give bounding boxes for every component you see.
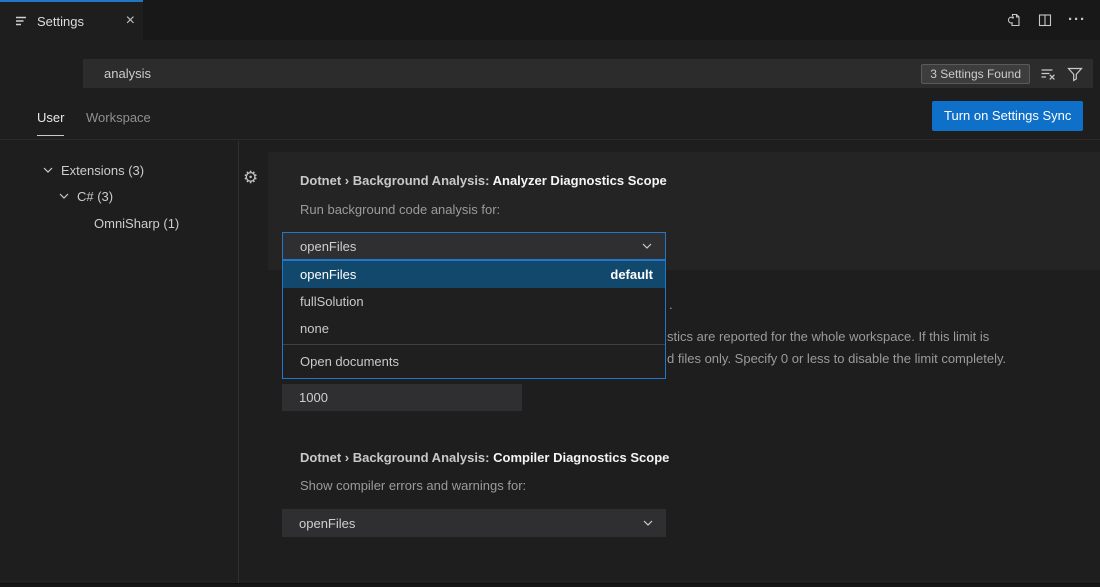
toc-item-csharp[interactable]: C# (3) (56, 187, 113, 205)
search-query-text: analysis (104, 66, 151, 81)
more-actions-icon[interactable]: ··· (1068, 12, 1086, 28)
settings-search-input[interactable]: analysis 3 Settings Found (83, 59, 1093, 88)
option-default-badge: default (610, 267, 653, 282)
dropdown-option-openfiles[interactable]: openFiles default (283, 261, 665, 288)
toc-item-omnisharp[interactable]: OmniSharp (1) (94, 214, 179, 232)
tab-workspace[interactable]: Workspace (86, 110, 151, 135)
toc-item-label: Extensions (3) (61, 163, 144, 178)
toc-settings-divider (238, 141, 239, 583)
limit-number-input[interactable]: 1000 (282, 384, 522, 411)
dropdown-option-fullsolution[interactable]: fullSolution (283, 288, 665, 315)
tab-user[interactable]: User (37, 110, 64, 136)
results-count-badge: 3 Settings Found (921, 64, 1030, 84)
settings-editor: Settings × ··· analysis 3 Settings F (0, 0, 1100, 587)
clear-search-results-icon[interactable] (1039, 65, 1057, 83)
compiler-scope-select[interactable]: openFiles (282, 509, 666, 537)
tab-title: Settings (37, 14, 84, 29)
chevron-down-icon (40, 162, 56, 178)
setting-description: Show compiler errors and warnings for: (300, 478, 526, 493)
setting-name: Compiler Diagnostics Scope (493, 450, 669, 465)
chevron-down-icon (56, 188, 72, 204)
chevron-down-icon (639, 238, 655, 254)
open-settings-json-icon[interactable] (1006, 12, 1022, 28)
split-editor-icon[interactable] (1037, 12, 1053, 28)
occluded-text-fragment: . (669, 297, 673, 312)
toc-item-label: OmniSharp (1) (94, 216, 179, 231)
editor-actions: ··· (1006, 0, 1086, 40)
setting-gear-icon[interactable]: ⚙ (243, 169, 258, 187)
dropdown-option-description: Open documents (283, 345, 665, 378)
turn-on-settings-sync-button[interactable]: Turn on Settings Sync (932, 101, 1083, 131)
close-icon[interactable]: × (126, 13, 135, 29)
toc-item-label: C# (3) (77, 189, 113, 204)
select-value: openFiles (299, 516, 355, 531)
setting-category: Dotnet › Background Analysis: (300, 173, 493, 188)
option-label: none (300, 321, 329, 336)
occluded-text-fragment: d files only. Specify 0 or less to disab… (667, 351, 1006, 366)
analyzer-scope-select[interactable]: openFiles (282, 232, 666, 260)
toc-item-extensions[interactable]: Extensions (3) (40, 161, 144, 179)
option-label: openFiles (300, 267, 356, 282)
select-value: openFiles (300, 239, 356, 254)
filter-icon[interactable] (1066, 65, 1084, 83)
setting-name: Analyzer Diagnostics Scope (493, 173, 667, 188)
settings-editor-icon (13, 13, 29, 29)
analyzer-scope-dropdown-list: openFiles default fullSolution none Open… (282, 260, 666, 379)
setting-category: Dotnet › Background Analysis: (300, 450, 493, 465)
chevron-down-icon (640, 515, 656, 531)
dropdown-option-none[interactable]: none (283, 315, 665, 342)
setting-title-analyzer-diagnostics-scope: Dotnet › Background Analysis: Analyzer D… (300, 173, 667, 188)
setting-title-compiler-diagnostics-scope: Dotnet › Background Analysis: Compiler D… (300, 450, 669, 465)
tab-settings[interactable]: Settings × (0, 0, 143, 40)
limit-number-value: 1000 (299, 390, 328, 405)
occluded-text-fragment: stics are reported for the whole workspa… (667, 329, 989, 344)
tab-bar: Settings × ··· (0, 0, 1100, 40)
setting-description: Run background code analysis for: (300, 202, 500, 217)
option-label: fullSolution (300, 294, 364, 309)
bottom-edge (0, 583, 1100, 587)
